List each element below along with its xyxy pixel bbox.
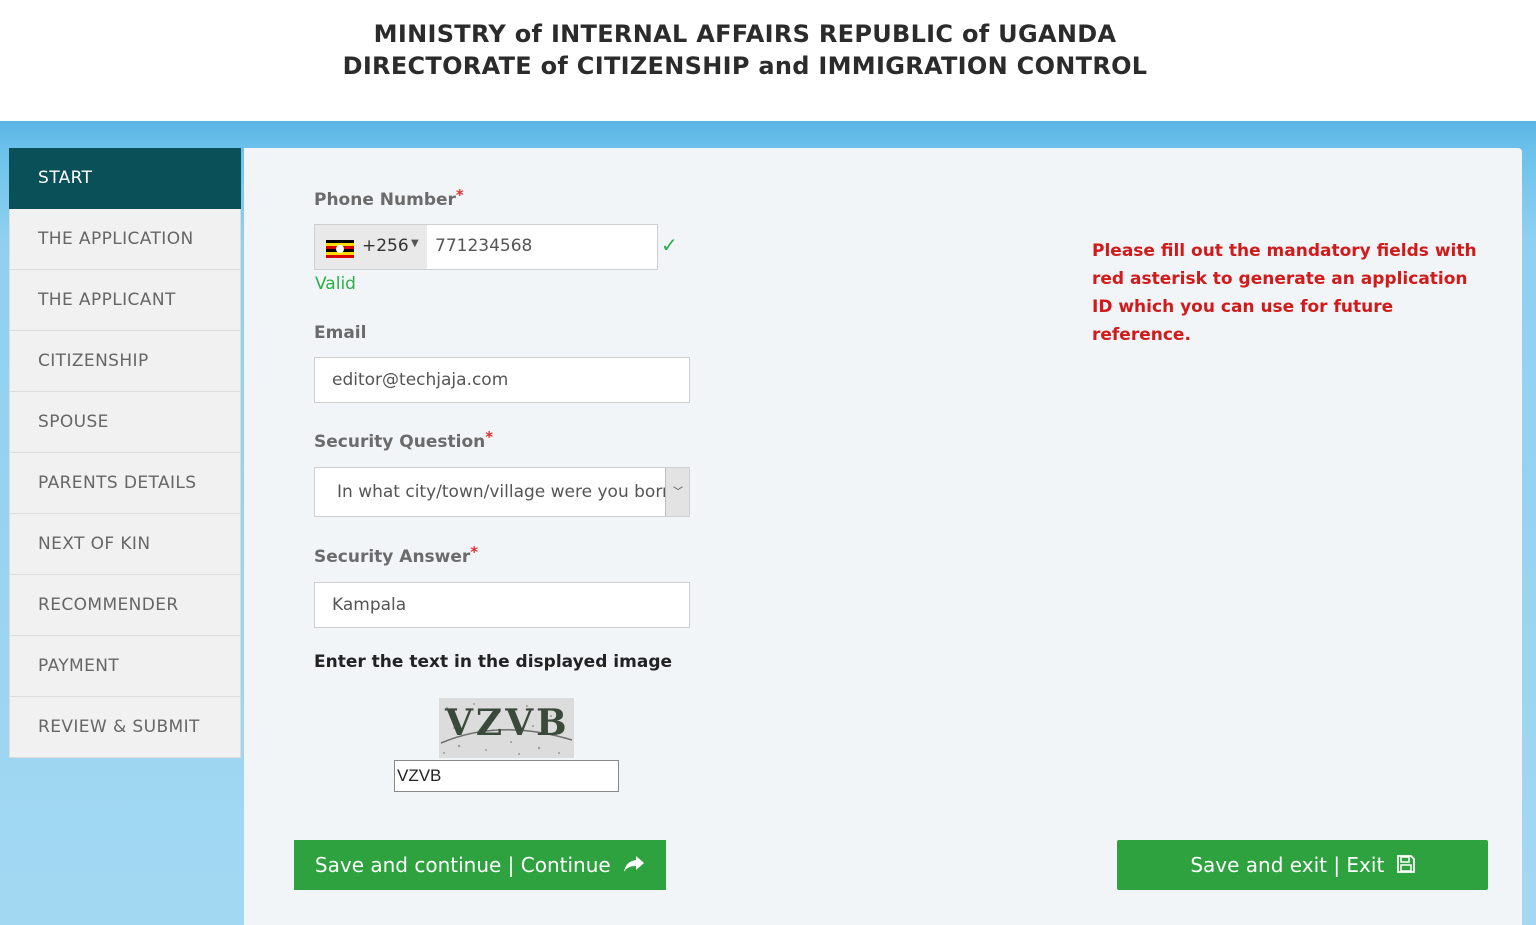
sidebar-nav: START THE APPLICATION THE APPLICANT CITI… [9,148,241,758]
security-answer-field[interactable]: Kampala [314,582,690,628]
sidebar-item-review-submit[interactable]: REVIEW & SUBMIT [9,697,241,758]
required-mark: * [485,428,494,446]
security-question-select[interactable]: In what city/town/village were you born?… [314,467,690,517]
dropdown-button[interactable]: ﹀ [665,468,689,516]
sidebar-item-start[interactable]: START [9,148,241,209]
save-continue-button[interactable]: Save and continue | Continue [294,840,666,890]
phone-valid-text: Valid [315,274,356,294]
sidebar-item-recommender[interactable]: RECOMMENDER [9,575,241,636]
phone-input[interactable]: 771234568 [435,236,532,256]
sidebar-item-the-applicant[interactable]: THE APPLICANT [9,270,241,331]
sidebar-item-spouse[interactable]: SPOUSE [9,392,241,453]
captcha-input[interactable]: VZVB [394,760,619,792]
security-question-label: Security Question* [314,428,493,452]
security-answer-label: Security Answer* [314,543,478,567]
security-answer-label-text: Security Answer [314,547,471,567]
email-label: Email [314,323,367,343]
captcha-image: VZVB [439,698,574,758]
mandatory-notice: Please fill out the mandatory fields wit… [1092,241,1477,345]
share-arrow-icon [624,855,645,872]
security-question-value: In what city/town/village were you born? [337,482,665,502]
save-exit-label: Save and exit | Exit [1190,853,1385,877]
save-continue-label: Save and continue | Continue [314,853,611,877]
uganda-flag-icon [326,240,354,258]
captcha-label: Enter the text in the displayed image [314,652,673,672]
sidebar-item-the-application[interactable]: THE APPLICATION [9,209,241,270]
check-icon: ✓ [661,233,678,257]
country-code: +256 [362,236,409,256]
sidebar-item-parents-details[interactable]: PARENTS DETAILS [9,453,241,514]
security-question-label-text: Security Question [314,432,486,452]
page-header: MINISTRY of INTERNAL AFFAIRS REPUBLIC of… [0,0,1536,121]
required-mark: * [455,186,464,204]
sidebar-item-payment[interactable]: PAYMENT [9,636,241,697]
phone-field: +256 ▼ 771234568 [314,224,658,270]
sidebar-item-next-of-kin[interactable]: NEXT OF KIN [9,514,241,575]
directorate-title: DIRECTORATE of CITIZENSHIP and IMMIGRATI… [342,52,1148,80]
required-mark: * [470,543,479,561]
caret-down-icon: ▼ [411,238,419,249]
email-field[interactable]: editor@techjaja.com [314,357,690,403]
captcha-text: VZVB [445,702,570,744]
floppy-disk-icon [1396,854,1415,873]
ministry-title: MINISTRY of INTERNAL AFFAIRS REPUBLIC of… [373,20,1117,48]
phone-label: Phone Number* [314,186,464,210]
sidebar-item-citizenship[interactable]: CITIZENSHIP [9,331,241,392]
chevron-down-icon: ﹀ [673,487,683,498]
phone-label-text: Phone Number [314,190,456,210]
save-exit-button[interactable]: Save and exit | Exit [1117,840,1488,890]
country-code-select[interactable]: +256 ▼ [315,225,427,269]
